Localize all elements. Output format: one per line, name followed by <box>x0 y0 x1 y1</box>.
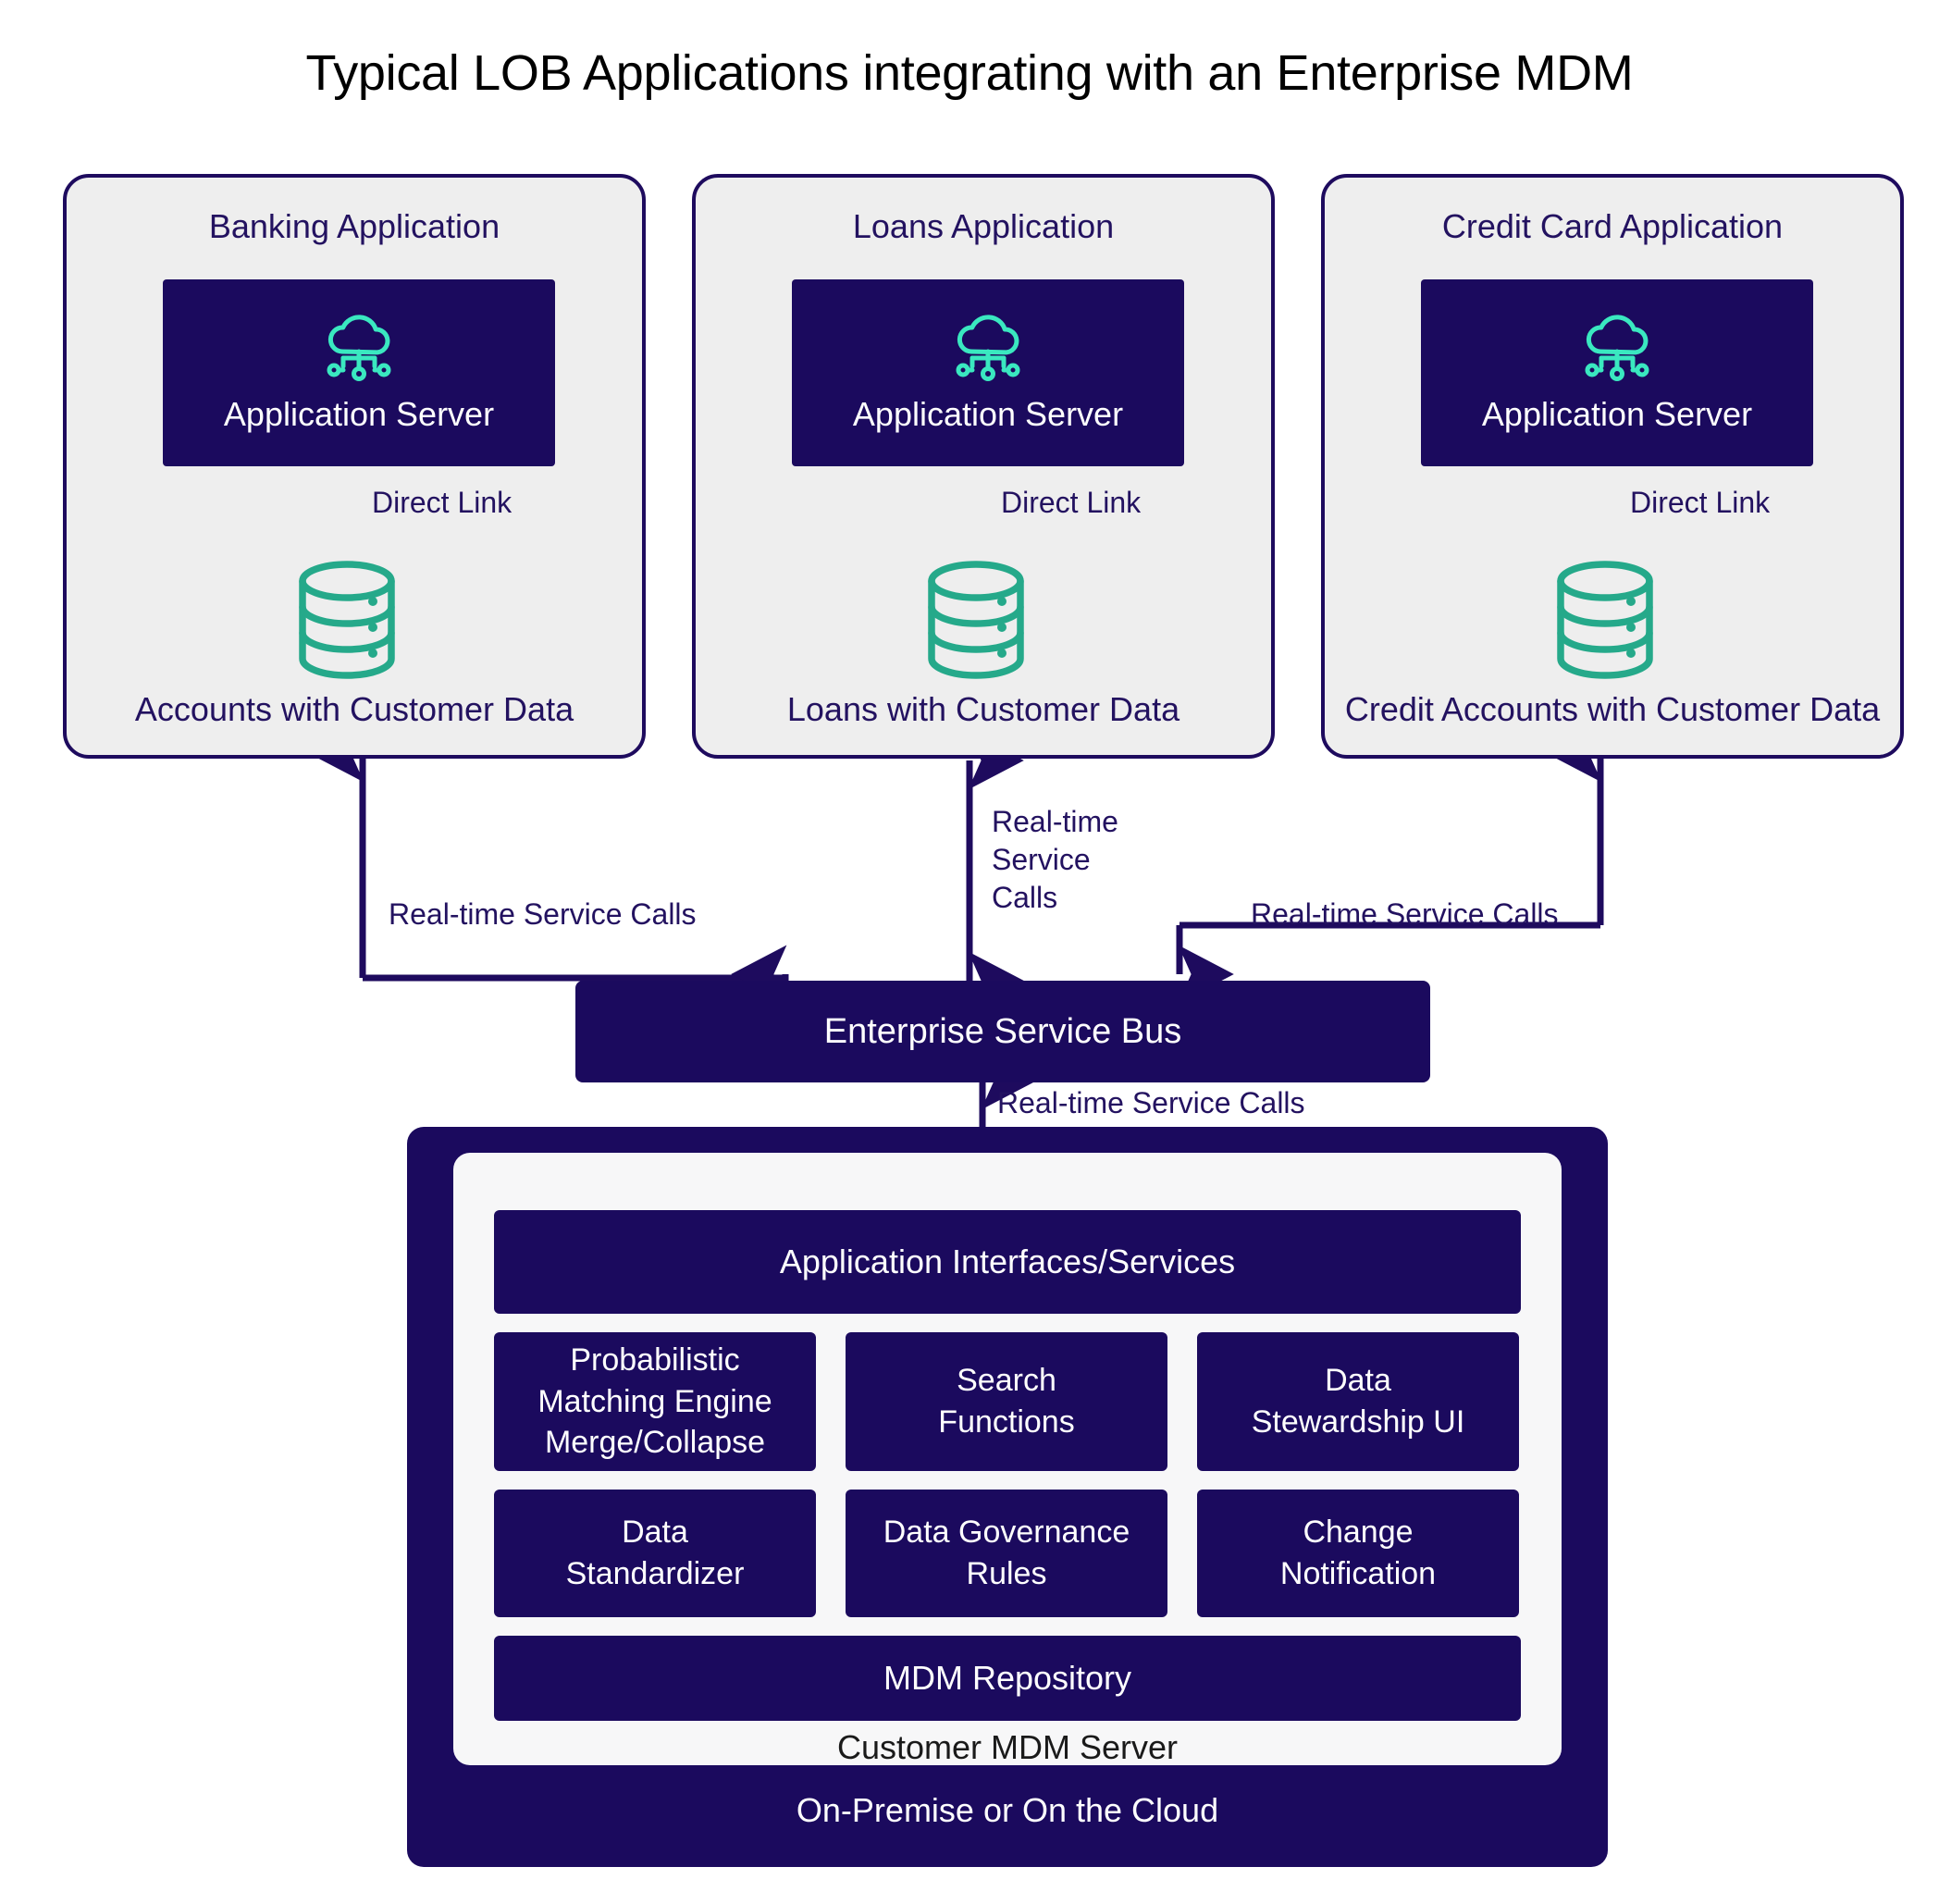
application-server-label: Application Server <box>852 394 1124 433</box>
data-standardizer-box[interactable]: Data Standardizer <box>494 1490 816 1617</box>
enterprise-service-bus-label: Enterprise Service Bus <box>823 1011 1182 1051</box>
app-panel-banking: Banking Application Application Server D… <box>63 174 646 759</box>
app-panel-loans: Loans Application Application Server Dir… <box>692 174 1275 759</box>
panel-caption-loans: Loans with Customer Data <box>786 690 1180 728</box>
application-interfaces-services-box[interactable]: Application Interfaces/Services <box>494 1210 1521 1314</box>
change-notification-box[interactable]: Change Notification <box>1197 1490 1519 1617</box>
mdm-cloud-container: Application Interfaces/Services Probabil… <box>407 1127 1608 1867</box>
mdm-repository-label: MDM Repository <box>883 1659 1132 1697</box>
enterprise-service-bus-box[interactable]: Enterprise Service Bus <box>575 981 1430 1082</box>
cloud-network-icon <box>950 313 1026 389</box>
cloud-network-icon <box>1579 313 1655 389</box>
data-governance-rules-box[interactable]: Data Governance Rules <box>846 1490 1167 1617</box>
application-server-box-loans[interactable]: Application Server <box>792 279 1184 466</box>
application-server-label: Application Server <box>1481 394 1753 433</box>
panel-title-credit-card: Credit Card Application <box>1441 207 1784 245</box>
on-premise-or-cloud-label: On-Premise or On the Cloud <box>796 1791 1219 1829</box>
database-cylinder-icon <box>1536 557 1674 687</box>
application-server-box-credit-card[interactable]: Application Server <box>1421 279 1813 466</box>
esb-mdm-connector-label: Real-time Service Calls <box>997 1086 1305 1119</box>
mdm-repository-box[interactable]: MDM Repository <box>494 1636 1521 1721</box>
cloud-network-icon <box>321 313 397 389</box>
diagram-canvas: Typical LOB Applications integrating wit… <box>0 0 1939 1904</box>
direct-link-label-loans: Direct Link <box>1001 486 1142 519</box>
direct-link-label-credit-card: Direct Link <box>1630 486 1771 519</box>
app-panel-credit-card: Credit Card Application Application Serv… <box>1321 174 1904 759</box>
customer-mdm-server-panel: Application Interfaces/Services Probabil… <box>453 1153 1562 1766</box>
data-stewardship-ui-box[interactable]: Data Stewardship UI <box>1197 1332 1519 1471</box>
connector-label-credit-card: Real-time Service Calls <box>1251 897 1559 931</box>
customer-mdm-server-label: Customer MDM Server <box>836 1728 1179 1766</box>
connector-label-banking: Real-time Service Calls <box>389 897 697 931</box>
panel-caption-banking: Accounts with Customer Data <box>134 690 574 728</box>
search-functions-box[interactable]: Search Functions <box>846 1332 1167 1471</box>
probabilistic-matching-engine-box[interactable]: Probabilistic Matching Engine Merge/Coll… <box>494 1332 816 1471</box>
application-server-label: Application Server <box>223 394 495 433</box>
application-server-box-banking[interactable]: Application Server <box>163 279 555 466</box>
panel-title-banking: Banking Application <box>208 207 500 245</box>
connector-label-loans: Real-time Service Calls <box>992 805 1118 914</box>
panel-title-loans: Loans Application <box>852 207 1115 245</box>
page-title: Typical LOB Applications integrating wit… <box>305 45 1634 101</box>
panel-caption-credit-card: Credit Accounts with Customer Data <box>1344 690 1881 728</box>
direct-link-label-banking: Direct Link <box>372 486 513 519</box>
application-interfaces-services-label: Application Interfaces/Services <box>779 1243 1236 1280</box>
database-cylinder-icon <box>278 557 416 687</box>
database-cylinder-icon <box>907 557 1045 687</box>
